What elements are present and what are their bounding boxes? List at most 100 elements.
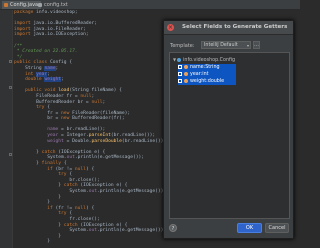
code-token: null (74, 205, 86, 211)
code-token: = br.readLine(); (58, 127, 106, 133)
code-token: info.videoshop; (36, 10, 78, 15)
code-token: (String fileName) { (69, 88, 122, 94)
code-token: fr = (14, 110, 62, 116)
tab-label: config.txt (44, 2, 68, 8)
code-token: catch (63, 183, 81, 189)
fold-marker-icon[interactable] (9, 60, 12, 63)
tree-item-year[interactable]: year:int (178, 71, 236, 78)
code-token: BufferedReader(fr); (72, 116, 125, 122)
code-token: String (14, 65, 45, 71)
checkbox[interactable] (178, 71, 182, 76)
checkbox[interactable] (178, 64, 182, 69)
code-token: } (14, 194, 62, 200)
code-token: } (14, 200, 50, 206)
java-file-icon (4, 3, 8, 7)
code-token: } (14, 183, 64, 189)
code-token: System. (14, 155, 67, 161)
chevron-down-icon: ▾ (246, 43, 249, 48)
cancel-button[interactable]: Cancel (265, 223, 289, 233)
dialog-titlebar: × Select Fields to Generate Getters (164, 21, 293, 35)
code-token: import (14, 32, 34, 38)
code-token: package (14, 10, 37, 15)
code-token: ; (102, 99, 106, 105)
code-token: ; (55, 65, 59, 71)
code-token: FileReader(fileName); (72, 110, 131, 116)
code-token: { (69, 211, 73, 217)
code-token: ; (91, 93, 95, 99)
code-token: (br.readLine()); (121, 138, 167, 144)
code-token: = Integer. (58, 133, 89, 139)
code-token: (IOException e) { (80, 222, 128, 228)
field-label: name:String (190, 65, 220, 70)
code-token: */ (14, 54, 23, 60)
code-token: ; (47, 71, 50, 77)
code-token: load (58, 88, 70, 94)
code-token: new (61, 116, 73, 122)
code-token: weight (44, 77, 62, 83)
code-token: } (14, 161, 42, 167)
code-token: if (14, 166, 56, 172)
code-token: System. (14, 228, 89, 234)
help-button[interactable]: ? (169, 224, 177, 232)
code-token: } (14, 239, 50, 245)
code-line: } (14, 239, 300, 245)
template-select[interactable]: IntelliJ Default ▾ (201, 41, 251, 49)
tab-config-txt[interactable]: config.txt (36, 1, 71, 9)
code-token: } (14, 222, 64, 228)
template-more-button[interactable]: … (253, 41, 260, 49)
code-token: name (47, 127, 59, 133)
fields-tree[interactable]: ▼ info.videoshop.Config name:String year:… (169, 52, 290, 219)
code-token: out (88, 189, 97, 194)
tree-item-weight[interactable]: weight:double (178, 78, 236, 85)
code-token: { (47, 105, 50, 111)
code-token: null (80, 93, 92, 99)
code-token: int (14, 71, 37, 77)
tree-item-name[interactable]: name:String (178, 64, 236, 71)
code-token: try (14, 105, 48, 111)
fold-marker-icon[interactable] (9, 86, 12, 89)
chevron-down-icon[interactable]: ▼ (173, 56, 176, 63)
code-token: try (14, 172, 70, 178)
field-label: year:int (190, 72, 209, 77)
code-token: year (47, 133, 59, 139)
code-token: parseDouble (91, 138, 122, 144)
code-token: double (14, 77, 45, 83)
code-token: .println(e.getMessage()); (97, 228, 167, 234)
code-token: import (14, 21, 34, 27)
code-token: .println(e.getMessage()); (74, 155, 145, 161)
code-token: (IOException e) { (80, 183, 128, 189)
field-label: weight:double (190, 79, 225, 84)
code-token: public void (14, 88, 59, 94)
template-label: Template: (170, 43, 195, 49)
code-token: (br != (55, 166, 75, 172)
code-token: year (36, 71, 48, 77)
template-value: IntelliJ Default (204, 43, 238, 48)
ok-button[interactable]: OK (237, 223, 262, 233)
code-token: .println(e.getMessage()); (97, 189, 167, 194)
code-token: ) { (85, 205, 95, 211)
tree-root[interactable]: ▼ info.videoshop.Config (173, 56, 235, 63)
code-token: java.io.BufferedReader; (33, 21, 97, 27)
code-token: br = (14, 116, 62, 122)
code-token: BufferedReader br = (14, 99, 92, 105)
code-token: null (91, 99, 103, 105)
code-token: java.io.IOException; (33, 32, 89, 38)
checkbox[interactable] (178, 78, 182, 83)
code-token: } (14, 233, 62, 239)
code-token: new (61, 110, 73, 116)
code-token: /** (14, 43, 23, 49)
close-icon[interactable]: × (167, 24, 174, 31)
field-icon (184, 64, 188, 69)
code-token: try (14, 211, 70, 217)
code-token: name (44, 65, 56, 71)
fold-marker-icon[interactable] (9, 153, 12, 156)
code-token: FileReader fr = (14, 93, 81, 99)
code-token: catch (63, 222, 81, 228)
code-token: null (74, 166, 86, 172)
code-token: System. (14, 189, 89, 194)
code-token: = Double. (63, 138, 92, 144)
field-icon (184, 78, 188, 83)
